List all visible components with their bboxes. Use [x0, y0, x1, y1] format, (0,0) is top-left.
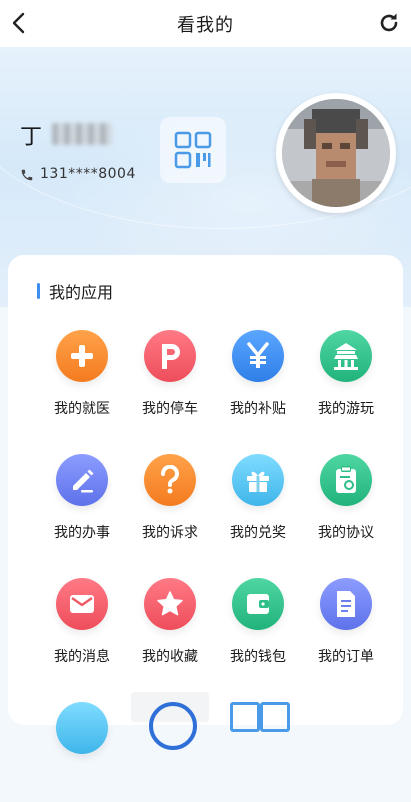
app-label: 我的诉求	[142, 525, 198, 541]
wallet-icon	[232, 578, 284, 630]
app-parking[interactable]: 我的停车	[126, 330, 214, 430]
qr-code-icon	[174, 131, 212, 169]
parking-icon	[144, 330, 196, 382]
app-label: 我的兑奖	[230, 525, 286, 541]
pen-icon	[56, 454, 108, 506]
user-phone: 131****8004	[40, 166, 136, 182]
mail-icon	[56, 578, 108, 630]
clipboard-icon	[320, 454, 372, 506]
page-title: 看我的	[177, 14, 234, 36]
temple-icon	[320, 330, 372, 382]
grid-icon	[230, 702, 290, 732]
app-subsidy[interactable]: 我的补贴	[214, 330, 302, 430]
app-label: 我的订单	[318, 649, 374, 665]
app-more-1[interactable]	[38, 702, 126, 802]
nav-bar: 看我的	[0, 0, 411, 47]
star-icon	[144, 578, 196, 630]
yen-icon	[232, 330, 284, 382]
my-apps-card: 我的应用 我的就医 我的停车 我的补贴 我的游玩 我的办事 我的诉求 我的兑奖 …	[8, 255, 403, 754]
plus-icon	[56, 330, 108, 382]
name-mosaic	[52, 123, 112, 145]
refresh-icon[interactable]	[377, 11, 401, 35]
app-label: 我的游玩	[318, 401, 374, 417]
section-title: 我的应用	[49, 283, 114, 302]
section-indicator	[37, 283, 40, 299]
avatar[interactable]	[276, 93, 396, 213]
app-messages[interactable]: 我的消息	[38, 578, 126, 678]
app-label: 我的协议	[318, 525, 374, 541]
document-icon	[320, 578, 372, 630]
app-medical[interactable]: 我的就医	[38, 330, 126, 430]
app-wallet[interactable]: 我的钱包	[214, 578, 302, 678]
app-label: 我的收藏	[142, 649, 198, 665]
back-icon[interactable]	[8, 11, 32, 35]
app-label: 我的补贴	[230, 401, 286, 417]
question-icon	[144, 454, 196, 506]
app-label: 我的停车	[142, 401, 198, 417]
app-label: 我的办事	[54, 525, 110, 541]
app-affairs[interactable]: 我的办事	[38, 454, 126, 554]
phone-icon	[21, 169, 33, 181]
app-label: 我的就医	[54, 401, 110, 417]
gift-icon	[232, 454, 284, 506]
app-prize[interactable]: 我的兑奖	[214, 454, 302, 554]
app-icon-partial	[131, 692, 209, 750]
app-label: 我的消息	[54, 649, 110, 665]
app-more-2[interactable]	[126, 692, 214, 792]
qr-code-button[interactable]	[160, 117, 226, 183]
app-appeals[interactable]: 我的诉求	[126, 454, 214, 554]
app-agreement[interactable]: 我的协议	[302, 454, 390, 554]
app-more-3[interactable]	[214, 702, 302, 802]
app-leisure[interactable]: 我的游玩	[302, 330, 390, 430]
app-favorites[interactable]: 我的收藏	[126, 578, 214, 678]
app-orders[interactable]: 我的订单	[302, 578, 390, 678]
app-label: 我的钱包	[230, 649, 286, 665]
user-name: 丁	[20, 125, 43, 150]
app-icon-partial	[56, 702, 108, 754]
avatar-image	[282, 99, 390, 207]
